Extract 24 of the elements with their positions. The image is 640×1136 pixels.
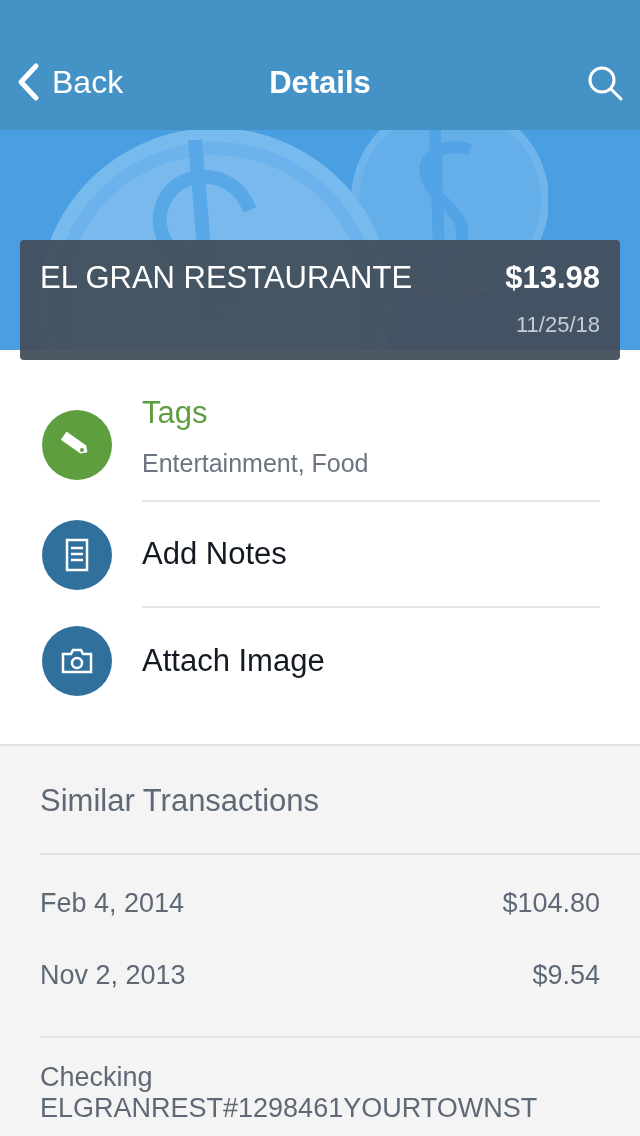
transaction-date: 11/25/18: [516, 311, 600, 339]
action-label: Attach Image: [142, 641, 326, 680]
back-button[interactable]: Back: [16, 58, 124, 106]
account-type: Checking: [40, 1061, 154, 1093]
action-label: Add Notes: [142, 534, 288, 573]
chevron-left-icon: [16, 62, 40, 102]
similar-transaction-row[interactable]: Nov 2, 2013 $9.54: [40, 955, 600, 996]
action-label: Tags: [142, 394, 209, 432]
transaction-date: Feb 4, 2014: [40, 886, 185, 920]
transaction-date: Nov 2, 2013: [40, 959, 186, 992]
search-icon: [586, 64, 624, 102]
action-value: Entertainment, Food: [142, 447, 370, 479]
action-row[interactable]: Add Notes: [0, 502, 640, 608]
transaction-amount: $13.98: [505, 260, 600, 296]
action-row[interactable]: Tags Entertainment, Food: [0, 388, 640, 502]
merchant-name: EL GRAN RESTAURANTE: [40, 260, 413, 297]
action-row[interactable]: Attach Image: [0, 608, 640, 714]
page-title: Details: [269, 63, 371, 102]
transaction-description: ELGRANREST#1298461YOURTOWNST: [40, 1092, 539, 1124]
search-button[interactable]: [586, 64, 624, 102]
transaction-amount: $104.80: [502, 886, 600, 920]
similar-transaction-row[interactable]: Feb 4, 2014 $104.80: [40, 882, 600, 923]
transaction-amount: $9.54: [532, 959, 600, 992]
section-title: Similar Transactions: [40, 746, 640, 855]
